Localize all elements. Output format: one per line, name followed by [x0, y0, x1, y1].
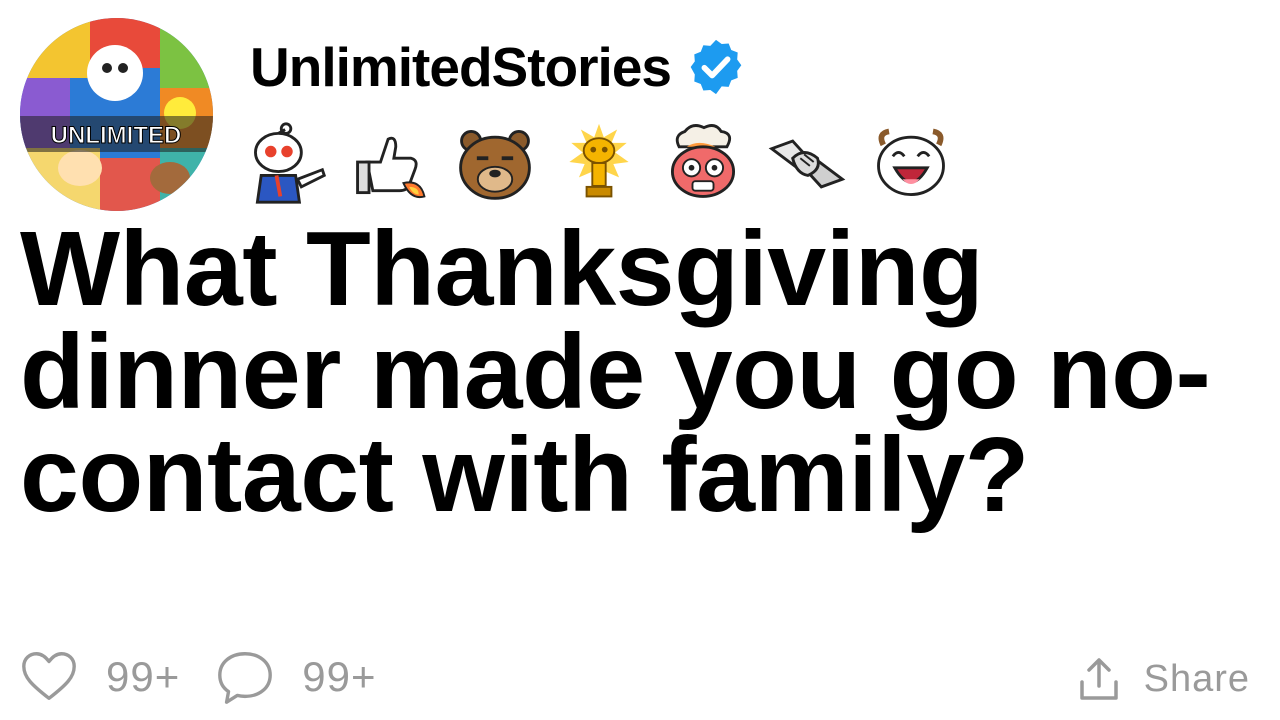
like-count: 99+ — [106, 653, 181, 700]
awards-row — [238, 118, 960, 208]
avatar-collage-image: UNLIMITED — [20, 18, 213, 211]
svg-text:UNLIMITED: UNLIMITED — [51, 122, 182, 149]
author-row: UnlimitedStories — [250, 32, 747, 102]
author-name[interactable]: UnlimitedStories — [250, 39, 672, 95]
share-button[interactable]: Share — [1074, 648, 1250, 710]
comment-count: 99+ — [302, 653, 377, 700]
verified-badge-icon — [690, 39, 742, 95]
handshake-award-icon — [758, 118, 856, 208]
heart-icon[interactable] — [18, 646, 80, 708]
post-actions: 99+ 99+ — [18, 644, 411, 710]
post-title: What Thanksgiving dinner made you go no-… — [20, 210, 1211, 534]
share-label: Share — [1143, 657, 1250, 700]
author-avatar[interactable]: UNLIMITED — [20, 18, 213, 211]
snoo-pointing-award-icon — [238, 118, 336, 208]
thumbs-up-rocket-award-icon — [342, 118, 440, 208]
gold-trophy-snoo-award-icon — [550, 118, 648, 208]
bear-face-award-icon — [446, 118, 544, 208]
share-upload-icon — [1079, 658, 1118, 700]
comment-bubble-icon[interactable] — [214, 646, 276, 708]
laughing-snoo-award-icon — [862, 118, 960, 208]
mind-blown-award-icon — [654, 118, 752, 208]
